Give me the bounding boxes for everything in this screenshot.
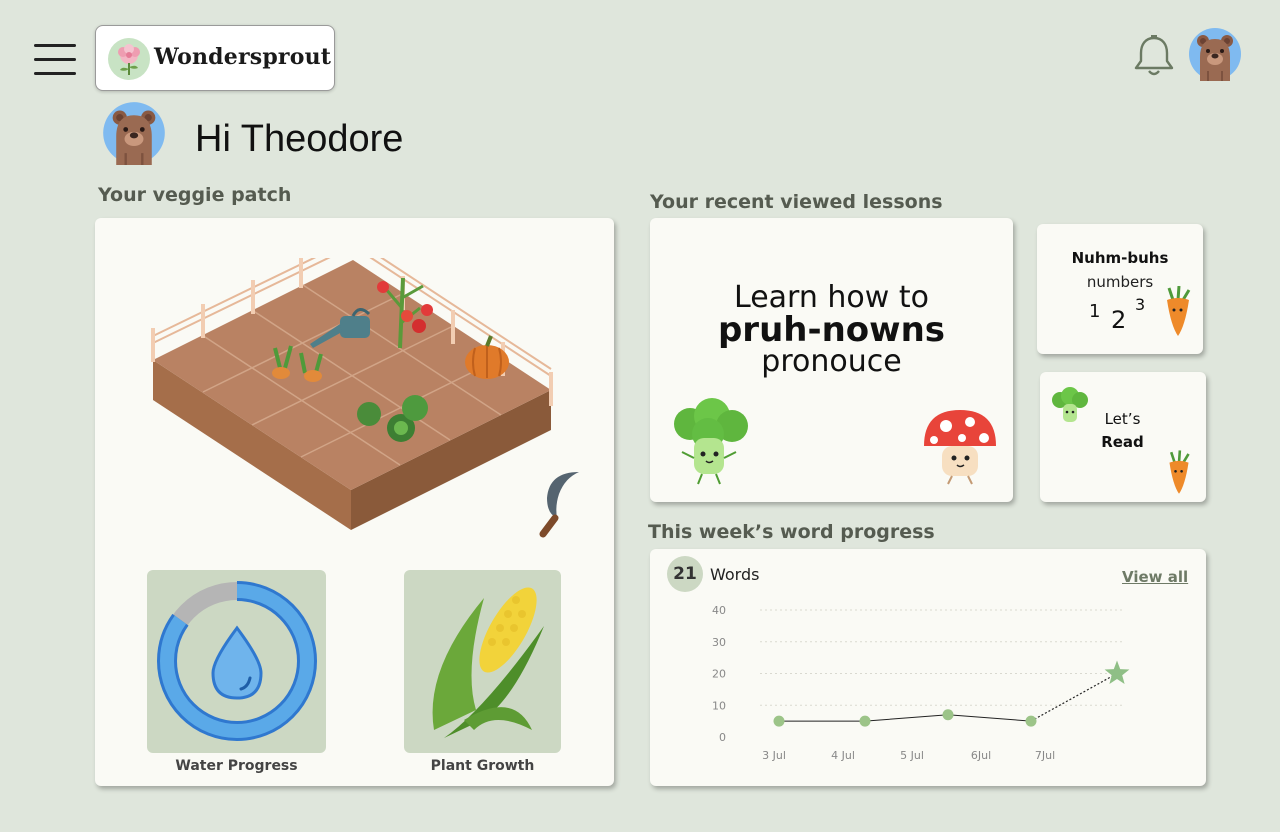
veggie-patch-title: Your veggie patch [98, 184, 292, 206]
bear-avatar-icon[interactable] [1188, 27, 1242, 81]
word-progress-chart: 40 30 20 10 0 3 Jul 4 Jul 5 Jul 6Jul 7Jul [712, 604, 1130, 762]
water-progress-ring [157, 581, 317, 741]
data-point [942, 709, 954, 721]
y-tick-label: 40 [712, 604, 726, 617]
x-tick-label: 6Jul [971, 749, 991, 762]
x-tick-label: 5 Jul [900, 749, 924, 762]
logo[interactable]: Wondersprout [95, 25, 335, 91]
corn-icon [432, 587, 544, 738]
y-tick-label: 0 [719, 731, 726, 744]
menu-line [34, 58, 76, 61]
data-point [773, 715, 785, 727]
lesson-card-read[interactable]: Let’s Read [1040, 372, 1206, 502]
water-drop-icon [211, 625, 263, 700]
number-three: 3 [1135, 295, 1146, 314]
lesson-card-numbers[interactable]: Nuhm-buhs numbers 1 2 3 [1037, 224, 1203, 354]
veggie-patch-card: Water Progress Plant Growth [95, 218, 614, 786]
broccoli-character-icon [674, 398, 748, 485]
word-progress-title: This week’s word progress [648, 521, 935, 543]
greeting-title: Hi Theodore [195, 118, 404, 160]
lesson-line-3: pronouce [761, 344, 902, 379]
word-progress-card: 21 Words View all 40 30 20 10 0 3 Jul 4 Jul 5 J… [650, 549, 1206, 786]
plant-growth-label: Plant Growth [430, 758, 535, 774]
carrot-icon [1167, 286, 1191, 336]
recent-lessons-title: Your recent viewed lessons [650, 191, 943, 213]
read-line-1: Let’s [1104, 410, 1141, 428]
water-progress-label: Water Progress [175, 758, 298, 774]
y-tick-label: 10 [712, 699, 726, 712]
x-tick-label: 4 Jul [831, 749, 855, 762]
hamburger-menu-icon [34, 44, 76, 47]
projection-line [1030, 672, 1118, 722]
menu-button[interactable] [34, 42, 78, 78]
number-one: 1 [1089, 301, 1101, 322]
logo-flower-icon [108, 38, 150, 80]
y-tick-label: 20 [712, 668, 726, 681]
lesson-line-2: pruh-nowns [717, 310, 946, 350]
plant-growth-tile[interactable] [404, 570, 561, 753]
logo-text: Wondersprout [154, 44, 332, 70]
x-tick-label: 3 Jul [762, 749, 786, 762]
garden-plot-illustration[interactable] [145, 258, 585, 538]
data-point [859, 715, 871, 727]
number-two: 2 [1111, 306, 1127, 334]
carrot-icon [1169, 450, 1190, 494]
water-progress-tile[interactable] [147, 570, 326, 753]
y-tick-label: 30 [712, 636, 726, 649]
numbers-title: Nuhm-buhs [1071, 249, 1169, 267]
mushroom-character-icon [924, 410, 996, 485]
lesson-card-pronounce[interactable]: Learn how to pruh-nowns pronouce [650, 218, 1013, 502]
series-line [779, 714, 1032, 722]
x-tick-label: 7Jul [1035, 749, 1055, 762]
user-avatar [103, 102, 165, 165]
menu-line [34, 72, 76, 75]
sickle-icon[interactable] [535, 466, 585, 538]
bell-icon[interactable] [1132, 33, 1176, 79]
projected-star-marker [1104, 660, 1130, 684]
data-point [1025, 715, 1037, 727]
